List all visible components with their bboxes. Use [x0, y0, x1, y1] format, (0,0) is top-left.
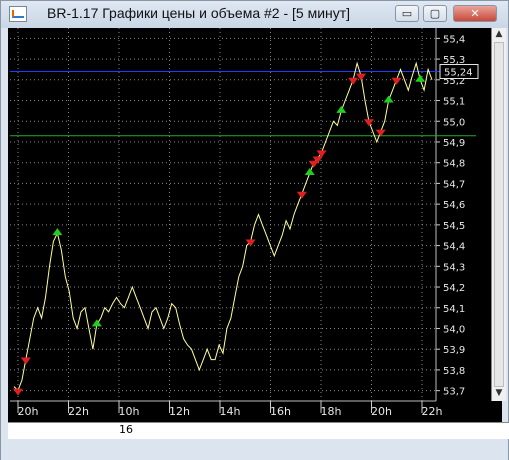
sell-signal-marker	[356, 73, 367, 81]
price-line	[13, 61, 433, 392]
status-bar	[1, 439, 508, 460]
buy-signal-marker	[383, 95, 394, 103]
price-chart-area[interactable]: 55,4 55,3 55,2 55,1 55,0 54,9 54,8 54,7 54,6 54,5…	[8, 28, 509, 439]
price-tick-label: 54,0	[443, 324, 465, 335]
buy-signal-marker	[415, 74, 426, 82]
time-tick-label: 18h	[321, 405, 342, 418]
buy-signal-marker	[52, 228, 63, 236]
time-tick-label: 14h	[220, 405, 241, 418]
time-tick-label: 12h	[169, 405, 190, 418]
window-title: BR-1.17 Графики цены и объема #2 - [5 ми…	[47, 5, 351, 21]
scroll-down-icon[interactable]: ▼	[492, 387, 506, 400]
scroll-up-icon[interactable]: ▲	[492, 28, 506, 41]
sell-signal-marker	[316, 150, 327, 158]
time-tick-label: 10h	[119, 405, 140, 418]
sell-signal-marker	[296, 191, 307, 199]
current-price-label: 55,24	[444, 68, 473, 79]
price-tick-label: 55,1	[443, 97, 465, 108]
price-tick-label: 54,9	[443, 138, 465, 149]
price-chart[interactable]: 55,455,355,255,155,054,954,854,754,654,5…	[8, 28, 491, 439]
time-tick-label: 22h	[422, 405, 443, 418]
restore-button[interactable]: ▢	[423, 5, 447, 22]
price-tick-label: 54,6	[443, 200, 465, 211]
close-icon: ✕	[470, 7, 480, 20]
buy-signal-marker	[91, 319, 102, 327]
sell-signal-marker	[12, 388, 23, 396]
date-label: 16	[119, 423, 133, 436]
scrollbar-thumb[interactable]	[494, 42, 504, 387]
restore-icon: ▢	[429, 7, 441, 20]
buy-signal-marker	[304, 168, 315, 176]
sell-signal-marker	[363, 119, 374, 127]
sell-signal-marker	[391, 77, 402, 85]
price-tick-label: 54,8	[443, 159, 465, 170]
price-tick-label: 55,0	[443, 117, 465, 128]
time-tick-label: 20h	[18, 405, 39, 418]
date-row: 16	[8, 422, 509, 439]
chart-window: BR-1.17 Графики цены и объема #2 - [5 ми…	[0, 0, 509, 460]
sell-signal-marker	[348, 77, 359, 85]
price-tick-label: 54,3	[443, 262, 465, 273]
minimize-icon: ▭	[401, 7, 413, 20]
price-tick-label: 54,5	[443, 221, 465, 232]
price-tick-label: 54,1	[443, 304, 465, 315]
chart-app-icon	[9, 6, 27, 22]
price-tick-label: 54,2	[443, 283, 465, 294]
price-tick-label: 54,4	[443, 242, 465, 253]
minimize-button[interactable]: ▭	[395, 5, 419, 22]
price-tick-label: 53,7	[443, 387, 465, 398]
price-tick-label: 53,9	[443, 345, 465, 356]
vertical-scrollbar[interactable]: ▲ ▼	[491, 28, 506, 401]
time-tick-label: 22h	[68, 405, 89, 418]
title-bar[interactable]: BR-1.17 Графики цены и объема #2 - [5 ми…	[1, 1, 508, 28]
price-tick-label: 55,4	[443, 34, 465, 45]
time-tick-label: 16h	[270, 405, 291, 418]
buy-signal-marker	[336, 105, 347, 113]
sell-signal-marker	[20, 357, 31, 365]
close-button[interactable]: ✕	[453, 5, 497, 22]
time-tick-label: 20h	[371, 405, 392, 418]
price-tick-label: 53,8	[443, 366, 465, 377]
price-tick-label: 54,7	[443, 179, 465, 190]
